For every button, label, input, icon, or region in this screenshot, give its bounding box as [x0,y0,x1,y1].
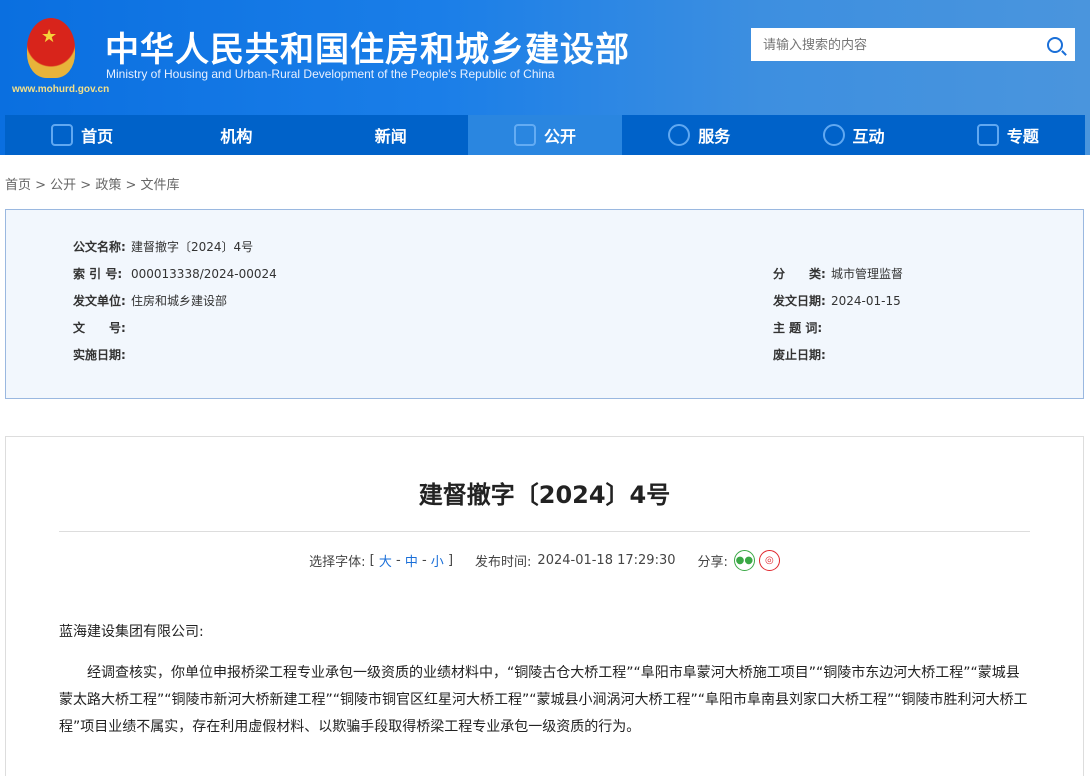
nav-label: 公开 [543,127,576,146]
site-subtitle: Ministry of Housing and Urban-Rural Deve… [106,67,555,81]
font-size-label: 选择字体: [309,555,366,570]
meta-label: 分 类: [773,267,826,281]
divider [59,531,1030,532]
document-metadata: 公文名称: 建督撤字〔2024〕4号 索 引 号: 000013338/2024-0… [5,209,1084,399]
body-paragraph: 经调查核实，你单位申报桥梁工程专业承包一级资质的业绩材料中，“铜陵古仓大桥工程”… [59,665,1028,735]
nav-label: 服务 [698,127,731,146]
meta-label: 文 号: [73,321,126,335]
meta-issuer: 住房和城乡建设部 [131,294,228,308]
nav-label: 机构 [220,127,253,146]
document-icon [513,124,536,146]
search-icon[interactable] [1047,36,1063,53]
publish-time-label: 发布时间: [475,555,532,570]
nav-service[interactable]: 服务 [622,115,776,155]
meta-label: 发文单位: [73,294,126,308]
separator: - [417,553,431,568]
nav-organization[interactable]: 机构 [159,115,313,155]
breadcrumb[interactable]: 首页 > 公开 > 政策 > 文件库 [5,174,179,193]
font-large-link[interactable]: 大 [379,551,392,570]
interact-icon [822,124,845,146]
bracket: [ [365,553,379,568]
greeting: 蓝海建设集团有限公司: [59,624,204,640]
article-info: 选择字体: [ 大 - 中 - 小 ] 发布时间: 2024-01-18 17:… [6,550,1083,571]
nav-label: 互动 [852,127,885,146]
main-nav: 首页 机构 新闻 公开 服务 互动 专题 [5,115,1085,155]
nav-label: 首页 [81,127,114,146]
service-icon [668,124,691,146]
wechat-share-icon[interactable]: ●● [733,550,755,571]
nav-public[interactable]: 公开 [467,115,623,155]
meta-label: 公文名称: [73,240,126,254]
bracket: ] [443,553,454,568]
weibo-share-icon[interactable]: ◎ [758,550,780,571]
separator: - [391,553,405,568]
share-label: 分享: [697,555,728,570]
search-box [751,28,1075,61]
meta-index: 000013338/2024-00024 [131,267,277,281]
site-title: 中华人民共和国住房和城乡建设部 [105,30,630,70]
nav-home[interactable]: 首页 [5,115,159,155]
article: 建督撤字〔2024〕4号 选择字体: [ 大 - 中 - 小 ] 发布时间: 2… [5,436,1084,776]
meta-category: 城市管理监督 [831,267,904,281]
nav-news[interactable]: 新闻 [314,115,468,155]
star-icon [976,124,999,146]
article-body: 蓝海建设集团有限公司: 经调查核实，你单位申报桥梁工程专业承包一级资质的业绩材料… [6,619,1083,741]
meta-date: 2024-01-15 [831,294,901,308]
font-medium-link[interactable]: 中 [405,551,418,570]
home-icon [51,124,74,146]
article-title: 建督撤字〔2024〕4号 [418,481,671,509]
meta-doc-name: 建督撤字〔2024〕4号 [131,240,254,254]
meta-label: 发文日期: [773,294,826,308]
nav-topics[interactable]: 专题 [931,115,1085,155]
meta-label: 主 题 词: [773,321,823,335]
meta-label: 索 引 号: [73,267,123,281]
nav-label: 新闻 [374,127,407,146]
site-header: ★ www.mohurd.gov.cn 中华人民共和国住房和城乡建设部 Mini… [0,0,1090,155]
nav-interaction[interactable]: 互动 [776,115,930,155]
search-input[interactable] [763,37,1047,52]
national-emblem-logo: ★ [27,18,75,78]
font-small-link[interactable]: 小 [431,551,444,570]
meta-label: 废止日期: [773,348,826,362]
meta-label: 实施日期: [73,348,126,362]
nav-label: 专题 [1006,127,1039,146]
publish-time: 2024-01-18 17:29:30 [537,553,676,568]
site-url[interactable]: www.mohurd.gov.cn [12,84,109,95]
